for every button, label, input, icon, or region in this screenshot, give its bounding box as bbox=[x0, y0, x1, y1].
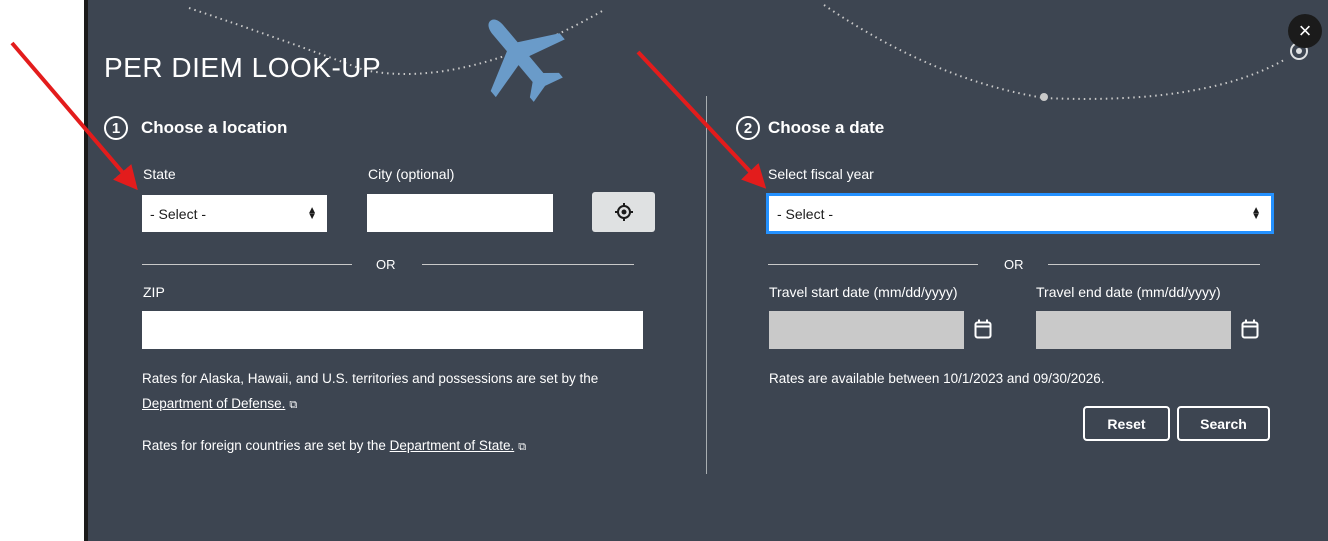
annotation-arrows bbox=[10, 41, 767, 191]
red-arrow-state bbox=[10, 41, 138, 191]
red-arrow-fiscal-year bbox=[636, 50, 767, 189]
